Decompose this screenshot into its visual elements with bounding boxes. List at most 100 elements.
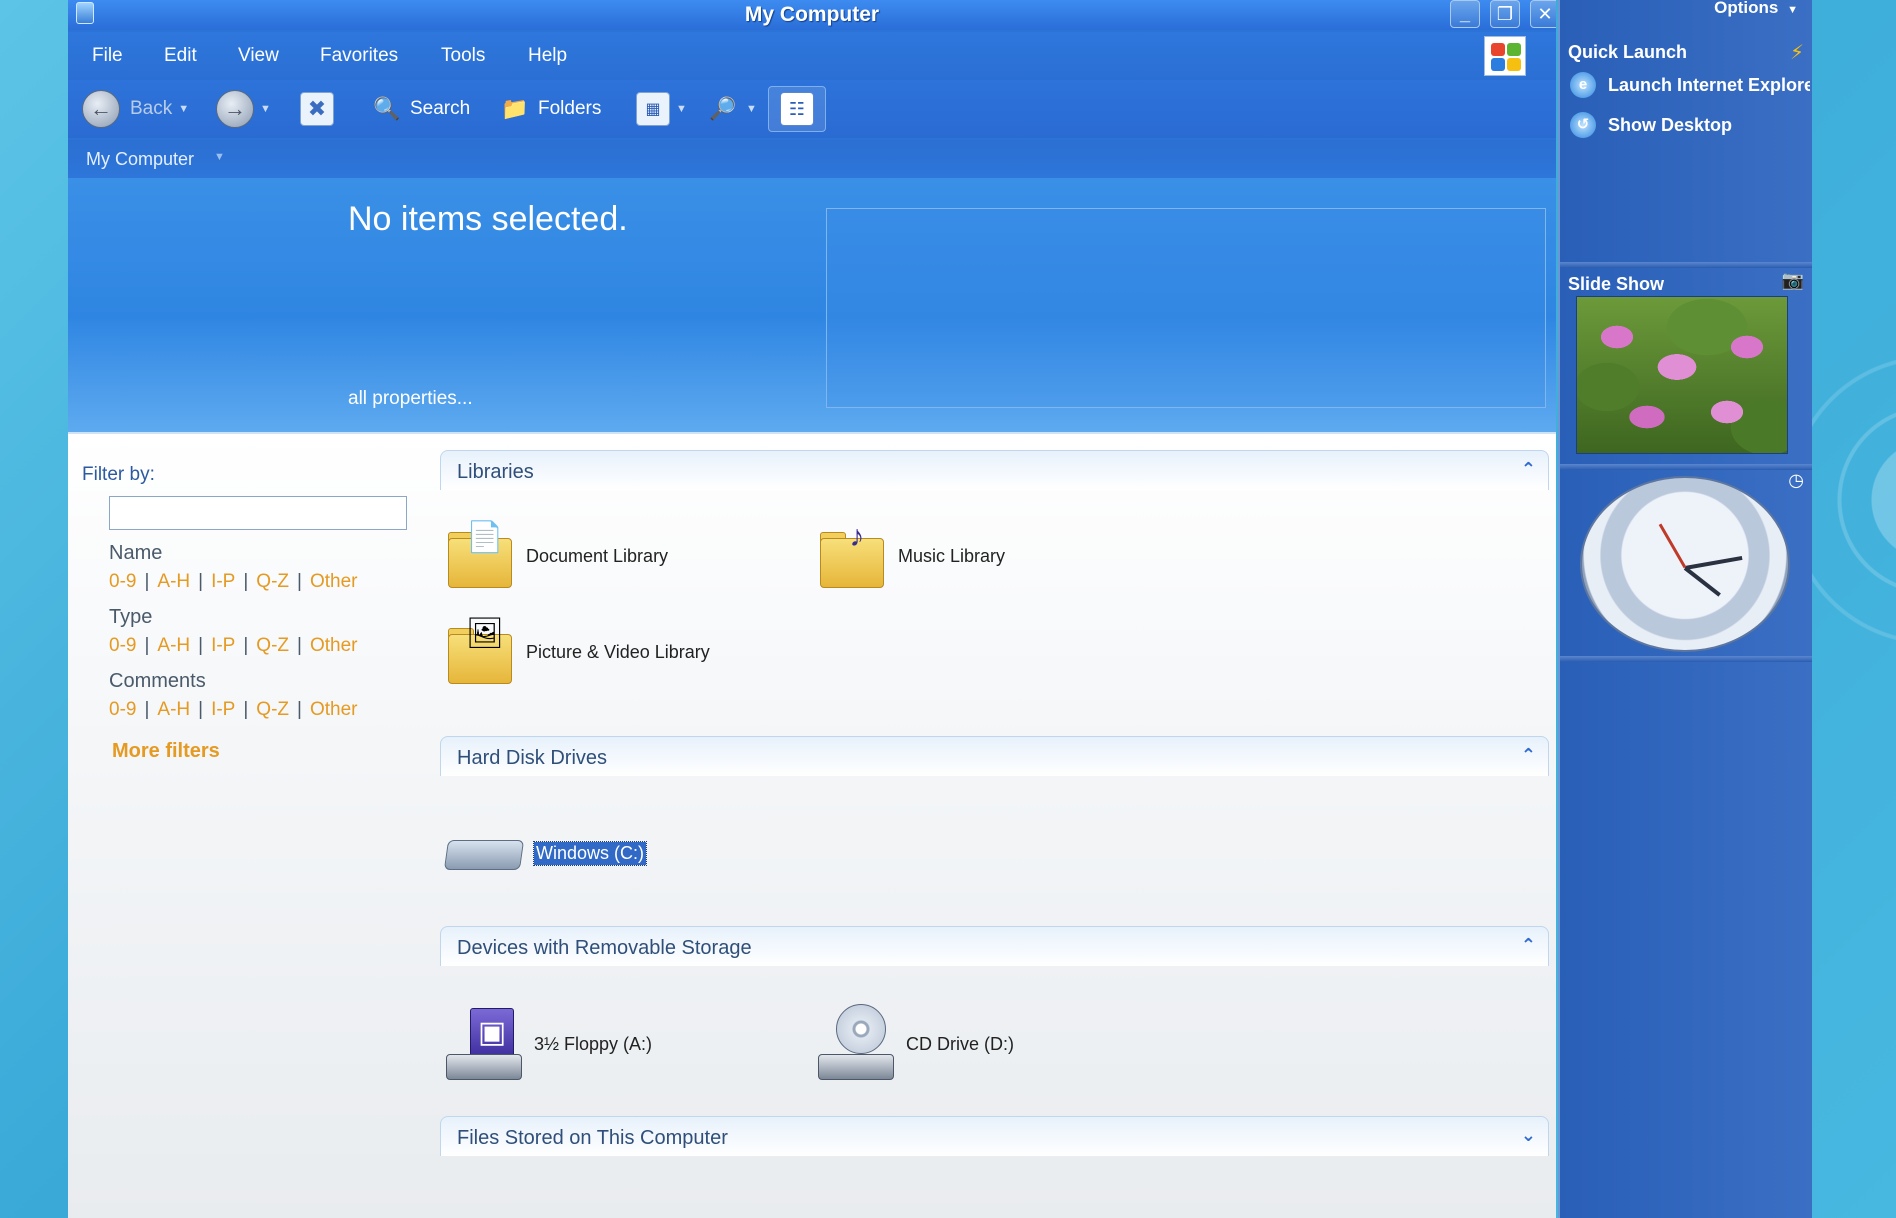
filter-link[interactable]: I-P (211, 571, 235, 592)
minimize-button[interactable]: _ (1450, 0, 1480, 28)
section-libraries-header[interactable]: Libraries ⌃ (440, 450, 1549, 490)
collapse-chevron-icon[interactable]: ⌃ (1521, 745, 1536, 766)
chevron-down-icon[interactable]: ▼ (260, 103, 271, 115)
chevron-down-icon[interactable]: ▼ (676, 103, 687, 115)
filter-link[interactable]: A-H (157, 699, 190, 720)
content-area: Filter by: Name 0-9 | A-H | I-P | Q-Z | Other Ty… (68, 432, 1556, 1218)
search-button[interactable]: 🔍 Search (370, 86, 470, 132)
collapse-chevron-icon[interactable]: ⌃ (1521, 935, 1536, 956)
menu-file[interactable]: File (92, 45, 123, 67)
expand-chevron-icon[interactable]: ⌄ (1521, 1125, 1536, 1146)
filter-link[interactable]: Q-Z (256, 571, 289, 592)
filter-link[interactable]: Q-Z (256, 699, 289, 720)
menu-tools[interactable]: Tools (441, 45, 485, 67)
delete-icon: ✖ (300, 92, 334, 126)
filter-link[interactable]: I-P (211, 699, 235, 720)
filter-group-type: Type 0-9 | A-H | I-P | Q-Z | Other (109, 606, 357, 657)
sidebar-item-label: Show Desktop (1608, 114, 1733, 135)
back-button[interactable]: ← Back ▼ (82, 86, 189, 132)
filter-link[interactable]: 0-9 (109, 635, 136, 656)
item-label: Document Library (526, 545, 669, 566)
floppy-drive-item[interactable]: ▣ 3½ Floppy (A:) (444, 1004, 652, 1084)
item-label: Windows (C:) (532, 840, 648, 866)
filter-link[interactable]: Q-Z (256, 635, 289, 656)
sidebar: Options ▼ Quick Launch ⚡ e Launch Intern… (1558, 0, 1812, 1218)
filter-link[interactable]: Other (310, 635, 358, 656)
show-desktop-item[interactable]: ↺ Show Desktop (1570, 112, 1810, 138)
chevron-down-icon[interactable]: ▼ (214, 151, 225, 163)
cd-drive-item[interactable]: CD Drive (D:) (816, 1004, 1014, 1084)
address-label: My Computer (86, 149, 195, 169)
filter-separator: | (297, 635, 302, 656)
magnifier-icon: 🔎 (709, 96, 737, 121)
sidebar-divider (1560, 464, 1812, 470)
filter-link[interactable]: A-H (157, 635, 190, 656)
more-filters-link[interactable]: More filters (112, 740, 220, 763)
title-bar[interactable]: My Computer _ ❐ ✕ (68, 0, 1556, 30)
clock-second-hand (1658, 523, 1687, 569)
filter-separator: | (144, 699, 150, 720)
sidebar-options-button[interactable]: Options ▼ (1714, 0, 1798, 18)
filter-link[interactable]: 0-9 (109, 699, 136, 720)
filter-link[interactable]: Other (310, 699, 358, 720)
sidebar-divider (1560, 262, 1812, 268)
section-hard-disks-header[interactable]: Hard Disk Drives ⌃ (440, 736, 1549, 776)
clock-hour-hand (1683, 566, 1721, 597)
delete-button[interactable]: ✖ (300, 86, 334, 132)
section-title: Files Stored on This Computer (457, 1127, 728, 1149)
menu-edit[interactable]: Edit (164, 45, 197, 67)
music-library-icon: ♪ (816, 520, 888, 592)
section-removable-header[interactable]: Devices with Removable Storage ⌃ (440, 926, 1549, 966)
cd-drive-icon (816, 1004, 896, 1084)
item-label: Music Library (898, 545, 1006, 566)
document-library-item[interactable]: 📄 Document Library (444, 520, 668, 592)
item-label: CD Drive (D:) (906, 1033, 1014, 1054)
menu-help[interactable]: Help (528, 45, 567, 67)
windows-logo-icon (1484, 36, 1526, 76)
picture-video-library-item[interactable]: 🖼 Picture & Video Library (444, 616, 710, 688)
clock-gadget[interactable] (1580, 476, 1790, 652)
filter-link[interactable]: I-P (211, 635, 235, 656)
lightning-icon[interactable]: ⚡ (1790, 40, 1804, 65)
windows-c-drive-item[interactable]: Windows (C:) (443, 828, 648, 878)
folders-button[interactable]: 📁 Folders (498, 86, 601, 132)
chevron-down-icon: ▼ (1787, 4, 1798, 16)
camera-icon[interactable]: 📷 (1782, 270, 1804, 291)
back-arrow-icon: ← (82, 90, 120, 128)
music-library-item[interactable]: ♪ Music Library (816, 520, 1005, 592)
forward-button[interactable]: → ▼ (216, 86, 271, 132)
zoom-button[interactable]: 🔎 ▼ (706, 86, 757, 132)
clock-settings-icon[interactable]: ◷ (1788, 470, 1804, 491)
clock-minute-hand (1684, 555, 1743, 570)
preview-area (826, 208, 1546, 408)
filter-group-comments: Comments 0-9 | A-H | I-P | Q-Z | Other (109, 670, 357, 721)
back-label: Back (130, 98, 173, 119)
menu-favorites[interactable]: Favorites (320, 45, 398, 67)
menu-view[interactable]: View (238, 45, 279, 67)
filter-link[interactable]: Other (310, 571, 358, 592)
all-properties-link[interactable]: all properties... (348, 388, 473, 410)
item-label: 3½ Floppy (A:) (534, 1033, 653, 1054)
close-button[interactable]: ✕ (1530, 0, 1556, 28)
hard-drive-icon (443, 828, 525, 878)
chevron-down-icon[interactable]: ▼ (178, 103, 189, 115)
views-grid-icon: ▦ (636, 92, 670, 126)
restore-button[interactable]: ❐ (1490, 0, 1520, 28)
collapse-chevron-icon[interactable]: ⌃ (1521, 459, 1536, 480)
address-bar[interactable]: My Computer ▼ (68, 140, 1556, 178)
filter-input[interactable] (109, 496, 407, 530)
item-label: Picture & Video Library (526, 641, 710, 662)
filter-link[interactable]: A-H (157, 571, 190, 592)
filter-group-name: Name 0-9 | A-H | I-P | Q-Z | Other (109, 542, 357, 593)
launch-internet-explorer-item[interactable]: e Launch Internet Explorer (1570, 72, 1810, 98)
slide-show-image[interactable] (1576, 296, 1788, 454)
chevron-down-icon[interactable]: ▼ (746, 103, 757, 115)
window-title: My Computer (744, 3, 880, 26)
section-title: Devices with Removable Storage (457, 937, 752, 959)
filter-separator: | (243, 571, 249, 592)
details-view-button[interactable]: ☷ (768, 86, 826, 132)
section-files-header[interactable]: Files Stored on This Computer ⌄ (440, 1116, 1549, 1156)
filter-link[interactable]: 0-9 (109, 571, 136, 592)
views-button[interactable]: ▦ ▼ (636, 86, 687, 132)
details-pane: No items selected. all properties... (68, 178, 1556, 432)
